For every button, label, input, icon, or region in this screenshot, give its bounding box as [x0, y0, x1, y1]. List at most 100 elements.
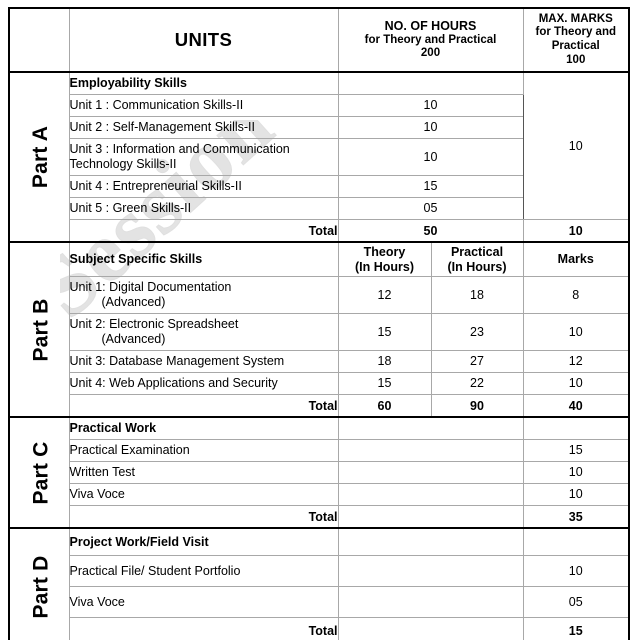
syllabus-page: Session 2020-20 UNITS NO. OF HOURS for T…	[0, 0, 640, 640]
part-label-a-text: Part A	[29, 125, 53, 189]
header-marks-line1: MAX. MARKS	[538, 12, 613, 25]
unit-row-practical: 27	[430, 350, 524, 373]
unit-row-marks: 10	[522, 483, 630, 506]
unit-row-hours	[337, 461, 524, 484]
unit-row-practical: 23	[430, 313, 524, 351]
course-structure-table-wrapper: UNITS NO. OF HOURS for Theory and Practi…	[8, 7, 630, 640]
table-total-row: Total 50 10	[9, 219, 630, 243]
total-label: Total	[68, 219, 339, 243]
table-row: Part A Employability Skills 10	[8, 71, 630, 243]
header-marks-line3: Practical	[551, 40, 600, 52]
header-marks-line2: for Theory and	[535, 26, 616, 39]
part-label-a: Part A	[8, 71, 70, 243]
section-c-marks-blank	[522, 416, 630, 440]
part-label-d-text: Part D	[29, 554, 53, 619]
table-total-row: Total 35	[9, 505, 630, 529]
table-row: Viva Voce 10	[9, 483, 630, 506]
unit-row-label: Unit 3: Database Management System	[68, 350, 339, 373]
part-d-total-marks: 15	[522, 617, 630, 640]
unit-row-hours	[337, 439, 524, 462]
unit-row-label: Practical Examination	[68, 439, 339, 462]
unit-row-label-line1: Unit 1: Digital Documentation	[69, 280, 232, 294]
part-label-c: Part C	[8, 416, 70, 529]
column-header-practical-line1: Practical	[450, 244, 504, 259]
table-row: Written Test 10	[9, 461, 630, 484]
unit-row-marks: 12	[522, 350, 630, 373]
section-title-a: Employability Skills	[68, 71, 339, 95]
header-part-col	[8, 7, 70, 73]
part-b-total-marks: 40	[522, 394, 630, 418]
course-structure-table: UNITS NO. OF HOURS for Theory and Practi…	[8, 7, 630, 640]
unit-row-label-line1: Unit 2: Electronic Spreadsheet	[69, 317, 239, 331]
section-a-hours-blank	[337, 71, 524, 95]
part-label-d: Part D	[8, 527, 70, 640]
unit-row-label: Practical File/ Student Portfolio	[68, 555, 339, 587]
section-c-hours-blank	[337, 416, 524, 440]
part-b-total-practical: 90	[430, 394, 524, 418]
part-a-marks: 10	[522, 71, 630, 220]
part-a-total-marks: 10	[522, 219, 630, 243]
unit-row-hours	[337, 586, 524, 618]
part-label-c-text: Part C	[29, 440, 53, 505]
header-marks-line4: 100	[566, 53, 586, 66]
unit-row-marks: 10	[522, 555, 630, 587]
unit-row-label: Viva Voce	[68, 483, 339, 506]
table-row: Unit 2: Electronic Spreadsheet (Advanced…	[9, 313, 630, 351]
unit-row-theory: 15	[337, 313, 432, 351]
column-header-practical: Practical (In Hours)	[430, 241, 524, 277]
unit-row-label: Unit 4 : Entrepreneurial Skills-II	[68, 175, 339, 198]
table-total-row: Total 15	[9, 617, 630, 640]
part-c-total-marks: 35	[522, 505, 630, 529]
unit-row-hours: 10	[337, 138, 524, 176]
section-d-marks-blank	[522, 527, 630, 556]
unit-row-label-line2: Technology Skills-II	[69, 157, 177, 171]
total-label: Total	[68, 394, 339, 418]
table-header-row: UNITS NO. OF HOURS for Theory and Practi…	[8, 7, 630, 73]
total-label: Total	[68, 505, 339, 529]
unit-row-marks: 15	[522, 439, 630, 462]
column-header-theory: Theory (In Hours)	[337, 241, 432, 277]
unit-row-label-line1: Unit 3 : Information and Communication	[69, 142, 290, 156]
table-row: Practical File/ Student Portfolio 10	[9, 555, 630, 587]
part-c-total-hours	[337, 505, 524, 529]
table-row: Part B Subject Specific Skills Theory (I…	[8, 241, 630, 418]
unit-row-label: Unit 3 : Information and Communication T…	[68, 138, 339, 176]
unit-row-label: Unit 1: Digital Documentation (Advanced)	[68, 276, 339, 314]
part-label-b-text: Part B	[29, 297, 53, 362]
part-label-b: Part B	[8, 241, 70, 418]
unit-row-label: Viva Voce	[68, 586, 339, 618]
unit-row-hours	[337, 555, 524, 587]
header-units: UNITS	[68, 7, 339, 73]
table-row: Unit 4: Web Applications and Security 15…	[9, 372, 630, 395]
section-title-c: Practical Work	[68, 416, 339, 440]
header-hours-line1: NO. OF HOURS	[384, 19, 477, 34]
unit-row-marks: 10	[522, 461, 630, 484]
unit-row-label: Unit 4: Web Applications and Security	[68, 372, 339, 395]
unit-row-hours	[337, 483, 524, 506]
part-d-total-hours	[337, 617, 524, 640]
table-row: Part C Practical Work	[8, 416, 630, 529]
unit-row-label: Written Test	[68, 461, 339, 484]
header-hours-line3: 200	[420, 47, 441, 60]
header-hours-line2: for Theory and Practical	[364, 33, 497, 46]
unit-row-label: Unit 1 : Communication Skills-II	[68, 94, 339, 117]
table-total-row: Total 60 90 40	[9, 394, 630, 418]
unit-row-marks: 10	[522, 372, 630, 395]
table-row: Practical Examination 15	[9, 439, 630, 462]
column-header-theory-line1: Theory	[363, 244, 406, 259]
part-a-total-hours: 50	[337, 219, 524, 243]
table-row: Viva Voce 05	[9, 586, 630, 618]
table-row: Unit 3: Database Management System 18 27…	[9, 350, 630, 373]
total-label: Total	[68, 617, 339, 640]
header-max-marks: MAX. MARKS for Theory and Practical 100	[522, 7, 630, 73]
unit-row-theory: 12	[337, 276, 432, 314]
column-header-theory-line2: (In Hours)	[354, 259, 415, 274]
unit-row-practical: 18	[430, 276, 524, 314]
column-header-practical-line2: (In Hours)	[447, 259, 507, 274]
unit-row-hours: 10	[337, 116, 524, 139]
unit-row-marks: 05	[522, 586, 630, 618]
header-no-of-hours: NO. OF HOURS for Theory and Practical 20…	[337, 7, 524, 73]
unit-row-label: Unit 2: Electronic Spreadsheet (Advanced…	[68, 313, 339, 351]
unit-row-practical: 22	[430, 372, 524, 395]
part-b-total-theory: 60	[337, 394, 432, 418]
